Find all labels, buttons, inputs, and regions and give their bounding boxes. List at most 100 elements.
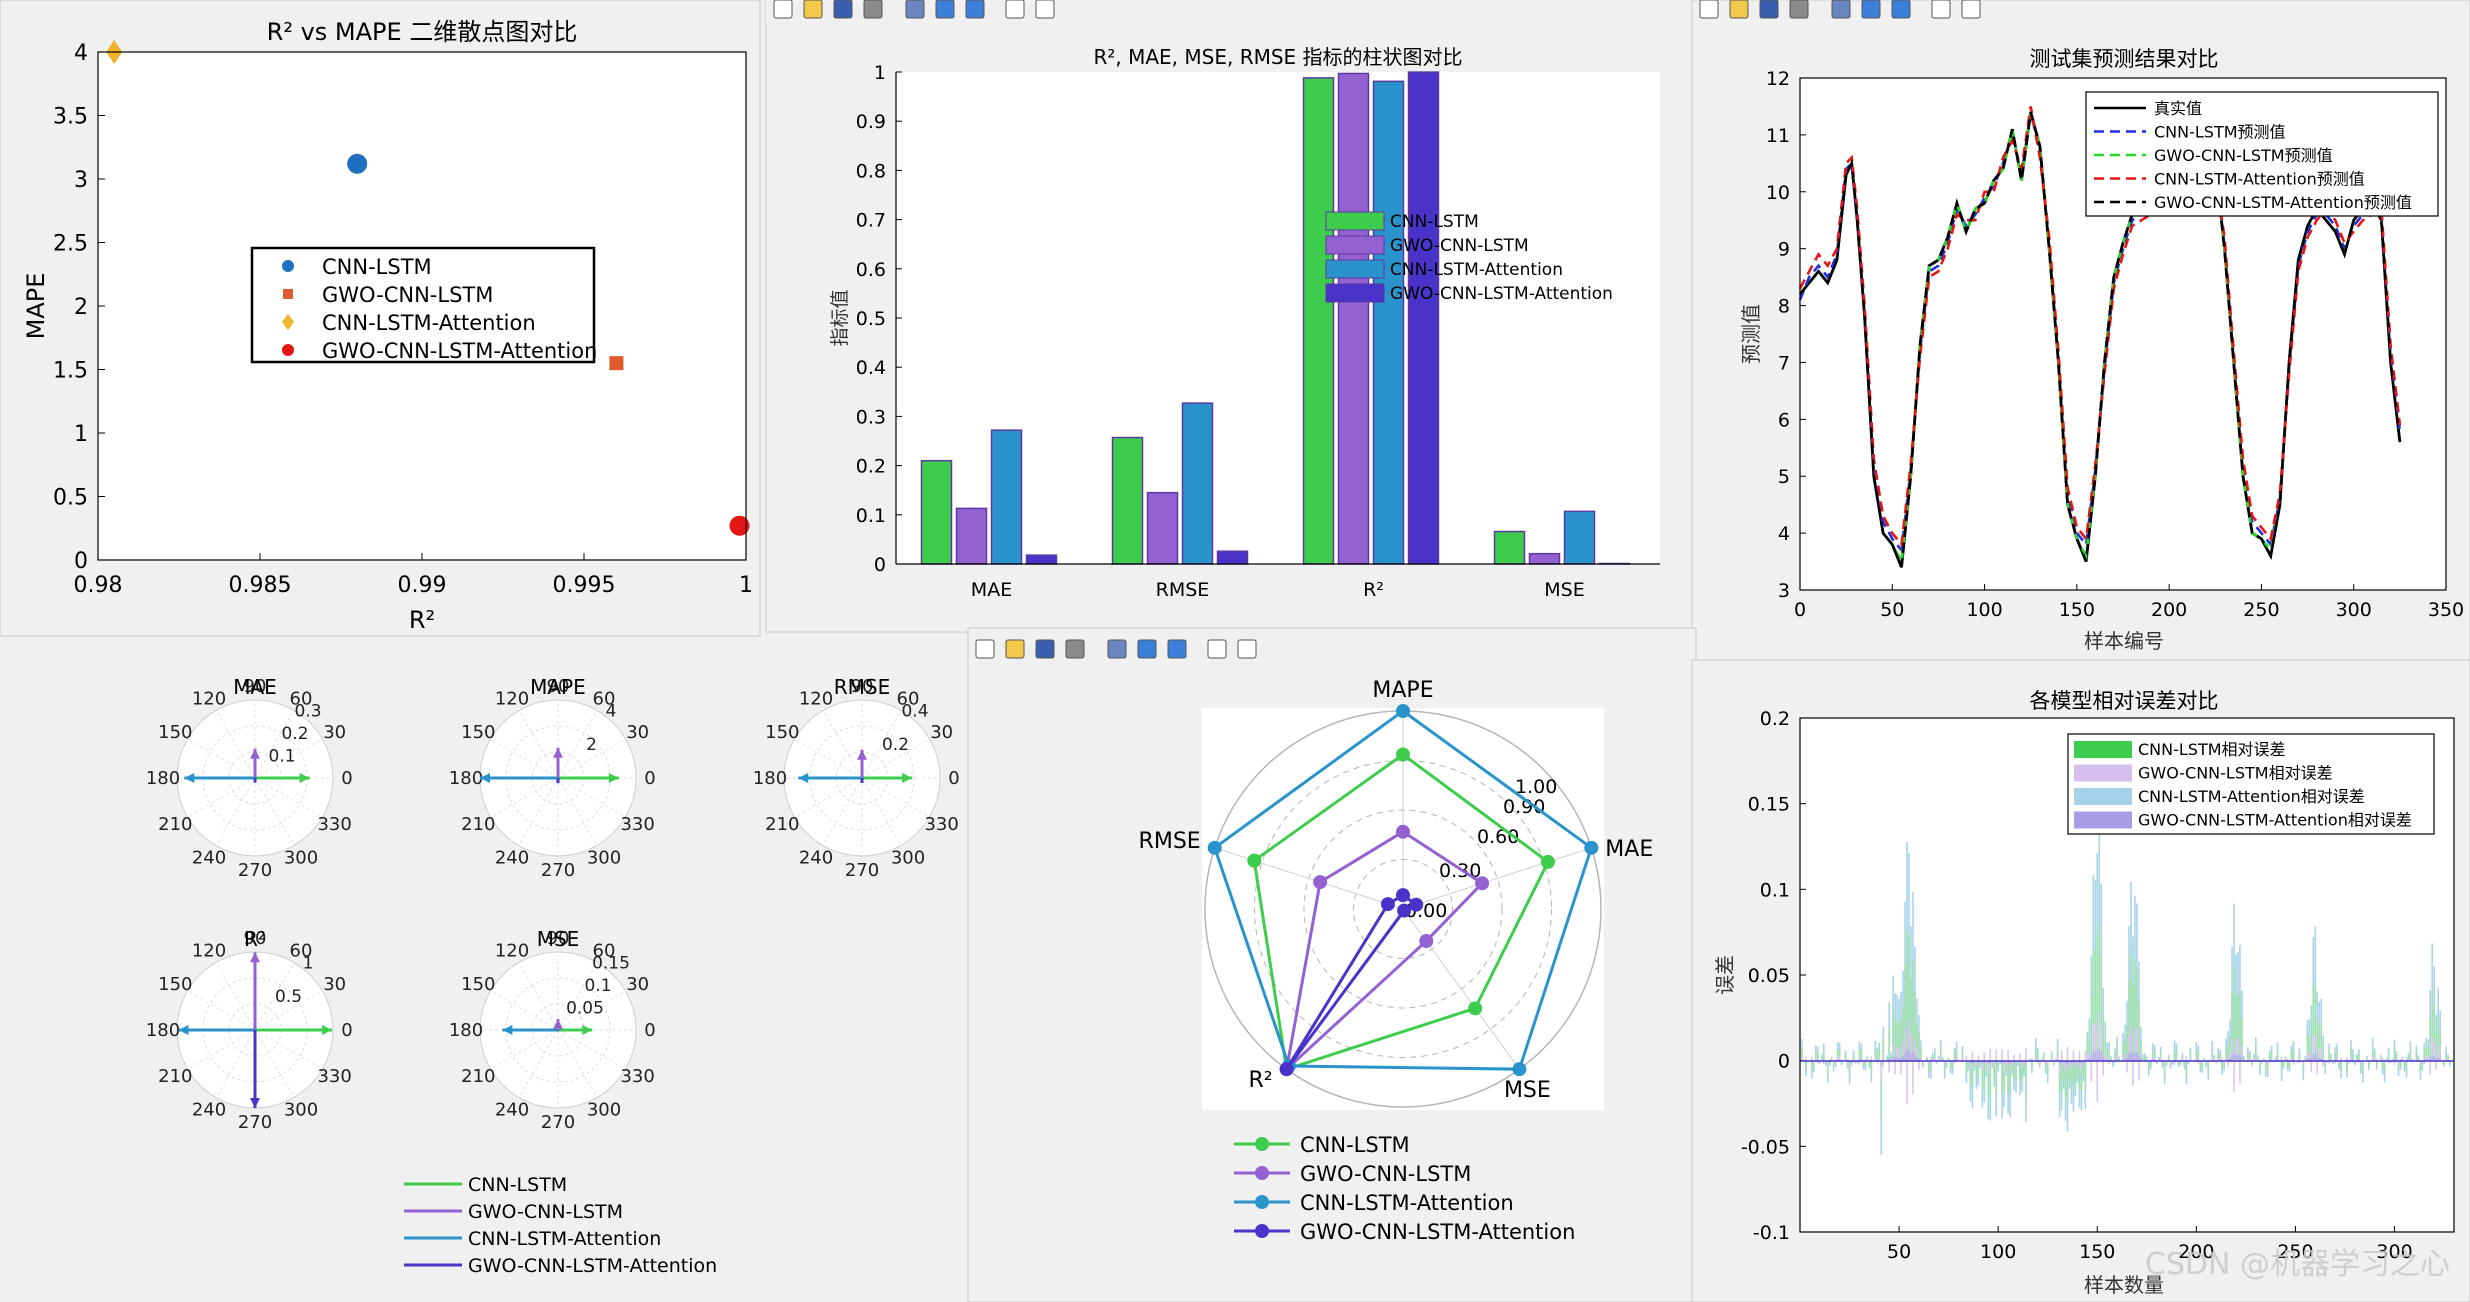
bar-toolbar-icons[interactable] [773,0,1055,19]
colorbar-icon-glyph [935,0,955,19]
bar-legend-label: CNN-LSTM [1390,212,1479,232]
colorbar-icon-glyph [1861,0,1881,19]
error-xtick-label: 50 [1887,1241,1911,1263]
property-inspector-icon[interactable] [1035,0,1055,19]
bar-legend-label: CNN-LSTM-Attention [1390,260,1563,280]
open-folder-icon-glyph [1005,639,1025,659]
print-preview-icon[interactable] [905,0,925,19]
compass-angle-label: 300 [284,1100,318,1121]
error-ytick-label: 0 [1778,1051,1790,1073]
line-toolbar-icons[interactable] [1699,0,1981,19]
new-file-icon[interactable] [1699,0,1719,19]
compass-title: R² [244,927,266,951]
colorbar-icon[interactable] [935,0,955,19]
line-figure-window[interactable]: 0 50 100 150 200 250 300 350 3 4 5 6 7 8 9 10 11 12 测试集预测… [1691,0,2470,661]
error-ytick-label: 0.05 [1748,965,1790,987]
open-folder-icon[interactable] [803,0,823,19]
line-ytick-label: 3 [1778,580,1790,602]
bar-figure-window[interactable]: 0 0.1 0.2 0.3 0.4 0.5 0.6 0.7 0.8 0.9 1 MAE RMSE R² MS… [765,0,1693,633]
scatter-legend-label: CNN-LSTM-Attention [322,311,536,335]
compass-angle-label: 240 [495,1100,529,1121]
print-icon[interactable] [1065,639,1085,659]
compass-angle-label: 0 [341,768,352,789]
legend-icon[interactable] [1167,639,1187,659]
line-xlabel: 样本编号 [2084,629,2164,653]
compass-legend-label: GWO-CNN-LSTM-Attention [468,1255,717,1277]
compass-angle-label: 180 [146,768,180,789]
line-xtick-label: 300 [2336,599,2372,621]
save-icon[interactable] [1759,0,1779,19]
pointer-icon[interactable] [1931,0,1951,19]
bar-xtick-label: MAE [971,579,1012,601]
compass-angle-label: 240 [192,1100,226,1121]
colorbar-icon[interactable] [1861,0,1881,19]
legend-icon[interactable] [1891,0,1911,19]
new-file-icon[interactable] [975,639,995,659]
radar-legend-label: GWO-CNN-LSTM-Attention [1300,1220,1575,1244]
scatter-ylabel: MAPE [22,273,50,340]
radar-axis-label: MAPE [1372,678,1433,703]
bar-2-0 [1302,77,1335,565]
error-legend-label: CNN-LSTM相对误差 [2138,740,2286,759]
compass-r-label: 0.4 [901,701,928,721]
error-legend-swatch [2074,741,2132,758]
radar-point-3 [1380,897,1395,912]
pointer-icon[interactable] [1005,0,1025,19]
radar-point-3 [1396,888,1410,903]
open-folder-icon[interactable] [1729,0,1749,19]
print-preview-icon[interactable] [1831,0,1851,19]
radar-r-label: 1.00 [1515,776,1557,798]
radar-point-2 [1584,840,1599,855]
compass-angle-label: 180 [753,768,787,789]
line-ytick-label: 8 [1778,296,1790,318]
radar-figure-window[interactable]: 0.000.300.600.901.00MAPEMAEMSER²RMSE CNN… [967,627,1697,1302]
print-icon[interactable] [1789,0,1809,19]
line-ytick-label: 11 [1766,125,1790,147]
line-xtick-label: 200 [2151,599,2187,621]
compass-angle-label: 210 [765,814,799,835]
new-file-icon[interactable] [773,0,793,19]
colorbar-icon-glyph [1137,639,1157,659]
line-xtick-label: 0 [1794,599,1806,621]
radar-toolbar-icons[interactable] [975,639,1257,659]
compass-angle-label: 30 [323,974,346,995]
error-legend[interactable]: CNN-LSTM相对误差 GWO-CNN-LSTM相对误差 CNN-LSTM-Att… [2067,733,2435,835]
save-icon[interactable] [1035,639,1055,659]
print-preview-icon[interactable] [1107,639,1127,659]
scatter-legend[interactable]: CNN-LSTM GWO-CNN-LSTM CNN-LSTM-Attention GW… [250,246,597,364]
scatter-figure-window[interactable]: 0.98 0.985 0.99 0.995 1 0 0.5 1 1.5 2 2.5 3 3.5 4 R² … [0,0,761,637]
line-ytick-label: 9 [1778,239,1790,261]
legend-icon-glyph [1891,0,1911,19]
bar-legend-label: GWO-CNN-LSTM-Attention [1390,284,1613,304]
compass-angle-label: 330 [924,814,958,835]
pointer-icon[interactable] [1207,639,1227,659]
print-icon[interactable] [863,0,883,19]
radar-legend-marker [1255,1166,1269,1180]
save-icon[interactable] [833,0,853,19]
legend-icon[interactable] [965,0,985,19]
compass-angle-label: 180 [449,768,483,789]
bar-xtick-label: MSE [1544,579,1584,601]
open-folder-icon[interactable] [1005,639,1025,659]
radar-axis-label: R² [1249,1068,1273,1093]
pointer-icon-glyph [1005,0,1025,19]
figure-desktop: 0.98 0.985 0.99 0.995 100.511.522.533.54 R² … [0,0,2470,1302]
bar-3-1 [1528,552,1561,565]
bar-ytick-label: 0.9 [856,111,886,133]
compass-angle-label: 30 [626,722,649,743]
compass-angle-label: 150 [158,722,192,743]
line-legend-label: CNN-LSTM-Attention预测值 [2154,170,2365,189]
property-inspector-icon[interactable] [1237,639,1257,659]
radar-point-0 [1396,747,1410,762]
colorbar-icon[interactable] [1137,639,1157,659]
bar-2-1 [1337,72,1370,565]
compass-angle-label: 300 [587,848,621,869]
line-legend[interactable]: 真实值 CNN-LSTM预测值 GWO-CNN-LSTM预测值 CNN-LSTM-At… [2085,91,2439,217]
property-inspector-icon[interactable] [1961,0,1981,19]
line-ytick-label: 4 [1778,523,1790,545]
scatter-point-0 [347,153,368,174]
error-figure-window[interactable]: 50 100 150 200 250 3000.20.150.10.050-0.05-0.… [1691,659,2470,1302]
scatter-ytick-label: 0 [74,549,88,574]
bar-legend-swatch [1325,235,1385,255]
compass-angle-label: 330 [620,814,654,835]
